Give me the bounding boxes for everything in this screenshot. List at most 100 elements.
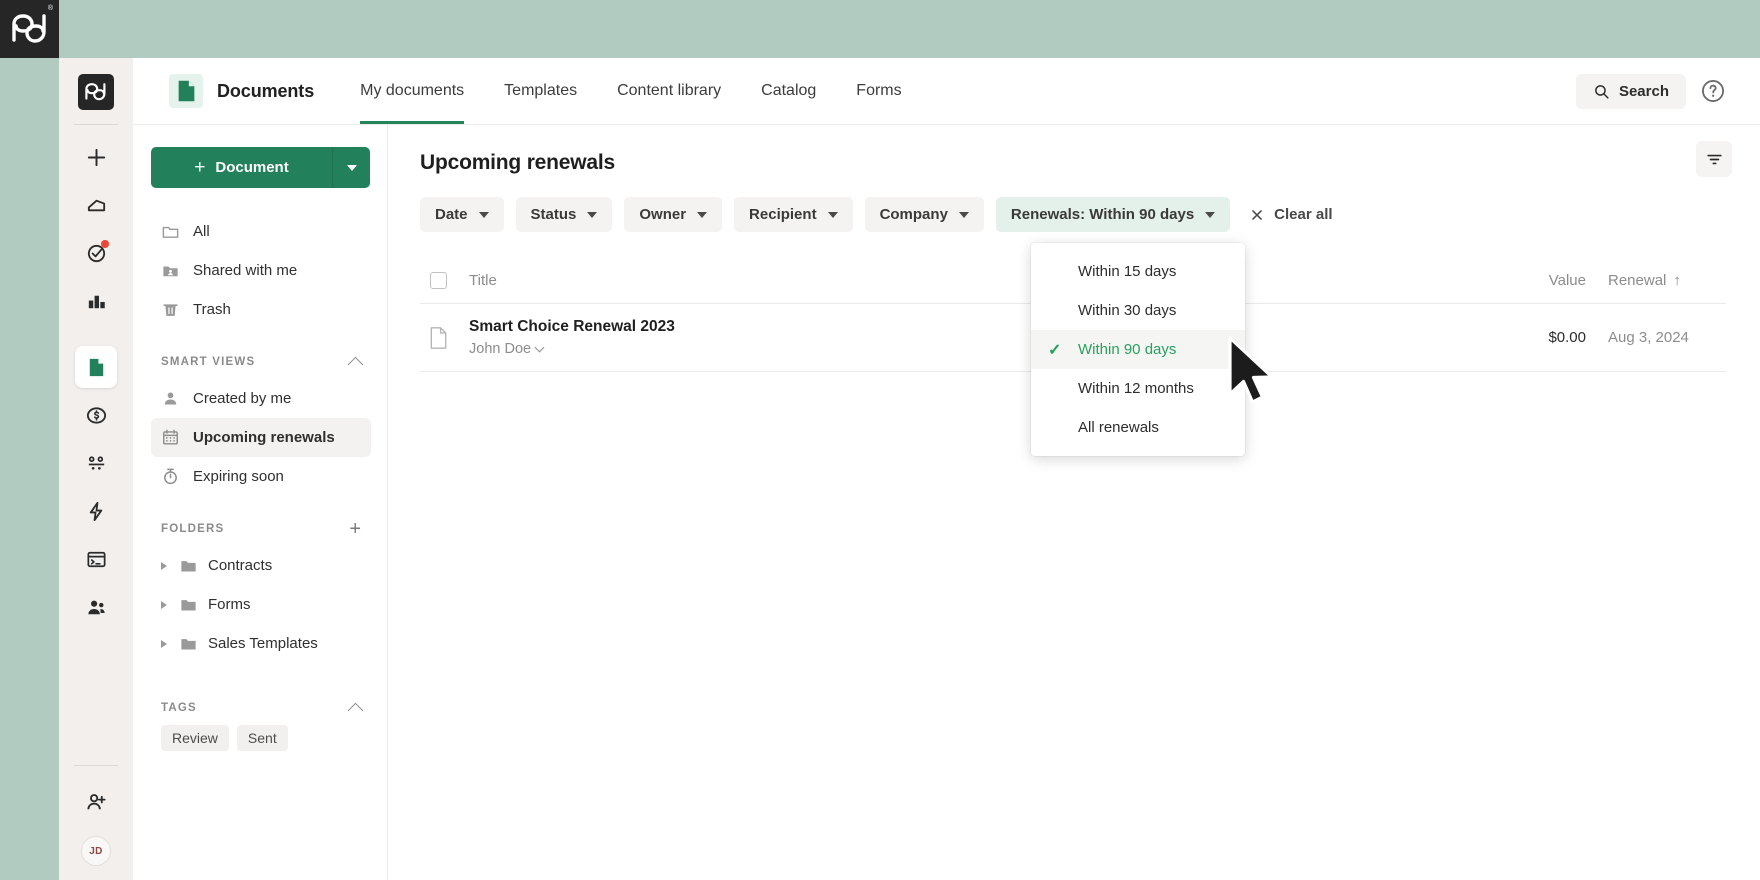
filter-company[interactable]: Company	[864, 197, 984, 232]
tags-row: Review Sent	[151, 725, 371, 751]
notification-dot	[101, 240, 109, 248]
page-title: Upcoming renewals	[420, 151, 615, 174]
rail-workspace-button[interactable]	[75, 538, 117, 580]
rail-bottom-section: JD	[59, 765, 133, 866]
plus-icon	[87, 148, 105, 166]
calendar-icon	[163, 429, 178, 445]
renewals-dropdown-menu: ✓ Within 15 days ✓ Within 30 days ✓ With…	[1031, 243, 1245, 456]
row-value: $0.00	[1548, 329, 1586, 346]
rail-logo[interactable]	[78, 74, 114, 110]
chevron-up-icon[interactable]	[347, 356, 364, 372]
filter-owner[interactable]: Owner	[624, 197, 723, 232]
sidebar-item-upcoming-renewals[interactable]: Upcoming renewals	[151, 418, 371, 457]
dropdown-item-within-12-months[interactable]: ✓ Within 12 months	[1031, 369, 1245, 408]
row-main: Smart Choice Renewal 2023 John Doe	[469, 318, 1494, 357]
filter-toggle-button[interactable]	[1696, 141, 1732, 177]
smart-views-header: SMART VIEWS	[151, 351, 371, 373]
chevron-up-icon[interactable]	[347, 702, 364, 718]
topbar: Documents My documents Templates Content…	[133, 58, 1760, 125]
rail-quotes-button[interactable]	[75, 394, 117, 436]
sidebar-item-created-by-me[interactable]: Created by me	[151, 379, 371, 418]
dropdown-item-within-15-days[interactable]: ✓ Within 15 days	[1031, 252, 1245, 291]
tab-my-documents[interactable]: My documents	[340, 58, 484, 124]
rail-documents-button[interactable]	[75, 346, 117, 388]
trash-icon	[163, 304, 178, 316]
sidebar-item-trash[interactable]: Trash	[151, 290, 371, 329]
search-button[interactable]: Search	[1575, 73, 1686, 109]
filter-date[interactable]: Date	[420, 197, 504, 232]
pandadoc-corner-logo[interactable]: ®	[0, 0, 59, 58]
tab-forms[interactable]: Forms	[836, 58, 921, 124]
folder-item-contracts[interactable]: Contracts	[151, 546, 371, 585]
sidebar-item-expiring-soon[interactable]: Expiring soon	[151, 457, 371, 496]
folder-icon	[181, 561, 196, 572]
create-document-button[interactable]: + Document	[151, 147, 332, 188]
chevron-right-icon[interactable]	[161, 600, 167, 609]
dropdown-item-all-renewals[interactable]: ✓ All renewals	[1031, 408, 1245, 447]
create-document-dropdown-button[interactable]	[332, 147, 370, 188]
sort-ascending-icon: ↑	[1673, 272, 1681, 289]
chevron-right-icon[interactable]	[161, 639, 167, 648]
rail-invite-user-button[interactable]	[75, 781, 117, 823]
folder-label: Contracts	[208, 557, 273, 574]
add-folder-button[interactable]: +	[349, 519, 361, 539]
rail-pipeline-button[interactable]	[75, 442, 117, 484]
rail-divider-bottom	[74, 765, 118, 766]
filter-renewals[interactable]: Renewals: Within 90 days	[995, 197, 1231, 232]
filter-label: Company	[879, 206, 948, 223]
filter-recipient[interactable]: Recipient	[734, 197, 853, 232]
dropdown-item-label: Within 12 months	[1078, 380, 1194, 397]
dropdown-item-within-30-days[interactable]: ✓ Within 30 days	[1031, 291, 1245, 330]
clear-all-button[interactable]: Clear all	[1250, 206, 1333, 223]
chevron-down-icon	[697, 211, 708, 218]
close-icon	[1252, 209, 1263, 220]
main-tabs: My documents Templates Content library C…	[340, 58, 922, 124]
screen-root: ® JD Documents My documents Templates Co…	[0, 0, 1760, 880]
folder-item-forms[interactable]: Forms	[151, 585, 371, 624]
dropdown-item-label: Within 30 days	[1078, 302, 1177, 319]
tab-content-library[interactable]: Content library	[597, 58, 741, 124]
clear-all-label: Clear all	[1274, 206, 1333, 223]
folder-shared-icon	[163, 266, 178, 277]
rail-reports-button[interactable]	[75, 280, 117, 322]
filter-status[interactable]: Status	[515, 197, 613, 232]
column-header-renewal[interactable]: Renewal ↑	[1586, 272, 1726, 289]
search-icon	[1595, 84, 1609, 99]
document-icon	[178, 80, 194, 102]
rail-plus-button[interactable]	[75, 136, 117, 178]
dropdown-item-within-90-days[interactable]: ✓ Within 90 days	[1031, 330, 1245, 369]
avatar[interactable]: JD	[81, 836, 111, 866]
sidebar-item-label: All	[193, 223, 210, 240]
create-document-label: Document	[215, 159, 289, 176]
sidebar-nav: + Document All Shared with me Trash SMAR…	[133, 125, 388, 880]
pipeline-icon	[88, 455, 104, 470]
filter-bar: Date Status Owner Recipient Company Rene…	[420, 197, 1726, 232]
filter-label: Renewals: Within 90 days	[1010, 206, 1195, 223]
filter-label: Status	[530, 206, 577, 223]
sidebar-item-all[interactable]: All	[151, 212, 371, 251]
body-row: + Document All Shared with me Trash SMAR…	[133, 125, 1760, 880]
smart-views-title: SMART VIEWS	[161, 356, 256, 368]
folder-icon	[181, 639, 196, 650]
chevron-right-icon[interactable]	[161, 561, 167, 570]
folder-item-sales-templates[interactable]: Sales Templates	[151, 624, 371, 663]
tab-catalog[interactable]: Catalog	[741, 58, 836, 124]
tags-header: TAGS	[151, 697, 371, 719]
tab-templates[interactable]: Templates	[484, 58, 597, 124]
dropdown-item-label: All renewals	[1078, 419, 1159, 436]
row-owner[interactable]: John Doe	[469, 341, 1494, 357]
plus-icon: +	[194, 157, 206, 178]
rail-tasks-button[interactable]	[75, 232, 117, 274]
help-button[interactable]	[1700, 78, 1726, 104]
registered-mark: ®	[47, 5, 53, 12]
filter-lines-icon	[1706, 154, 1722, 164]
tag-review[interactable]: Review	[161, 725, 229, 751]
tag-sent[interactable]: Sent	[236, 725, 288, 751]
rail-contacts-button[interactable]	[75, 586, 117, 628]
folder-label: Forms	[208, 596, 251, 613]
chevron-down-icon	[587, 211, 598, 218]
select-all-checkbox[interactable]	[430, 272, 447, 289]
sidebar-item-shared-with-me[interactable]: Shared with me	[151, 251, 371, 290]
rail-home-button[interactable]	[75, 184, 117, 226]
rail-automation-button[interactable]	[75, 490, 117, 532]
